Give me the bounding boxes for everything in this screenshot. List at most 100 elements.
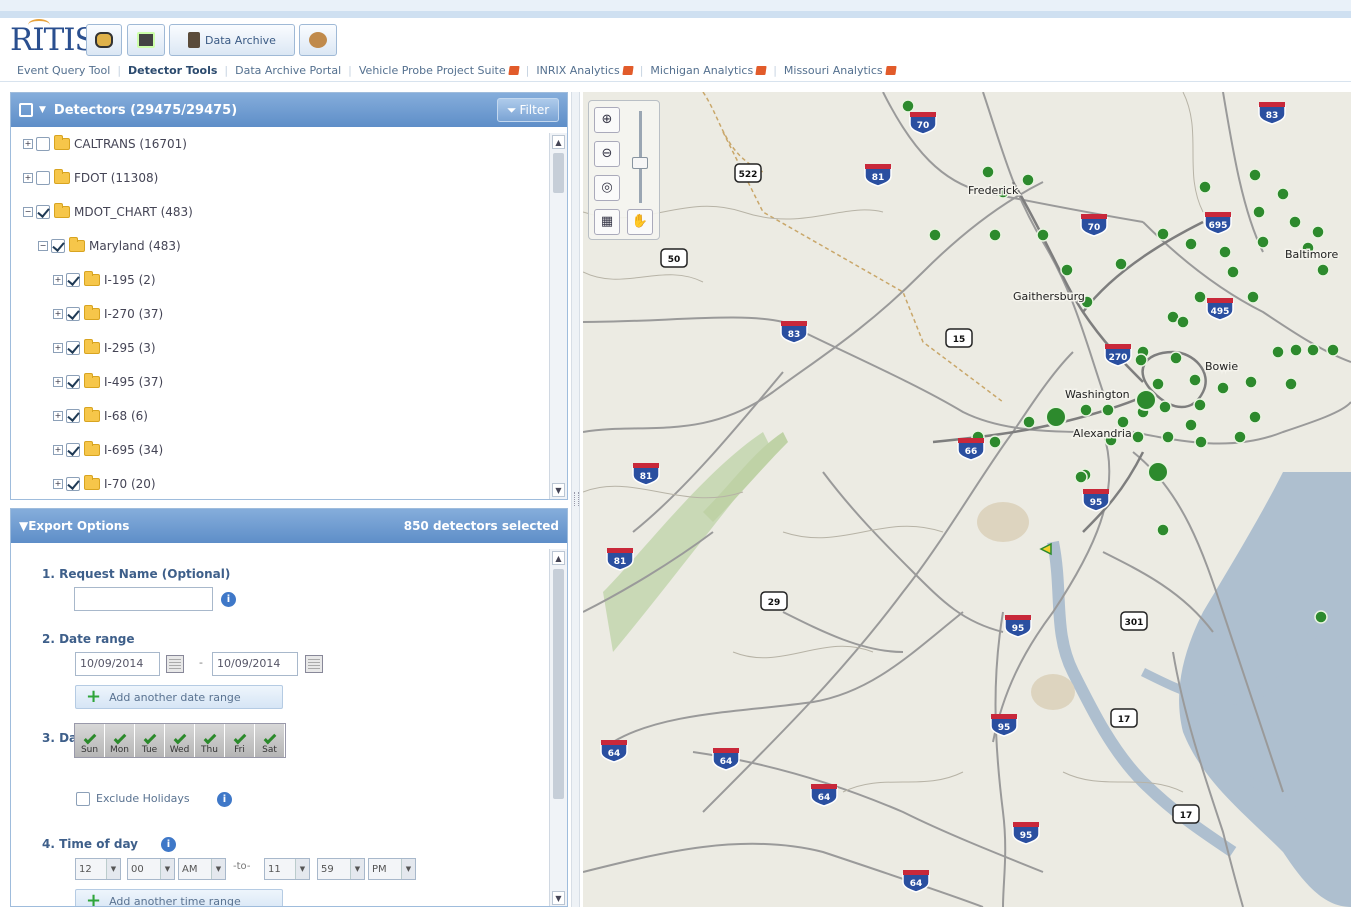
scroll-up-icon[interactable]: ▲ [552,135,565,149]
expand-node-icon[interactable]: + [53,377,63,387]
day-toggle-sat[interactable]: Sat [255,724,285,757]
detector-cluster-marker[interactable] [1135,389,1157,411]
expand-node-icon[interactable]: + [53,309,63,319]
detector-marker[interactable] [1198,180,1212,194]
tree-checkbox[interactable] [66,477,80,491]
nav-event-query-tool[interactable]: Event Query Tool [17,64,110,77]
detector-marker[interactable] [1114,257,1128,271]
detector-marker[interactable] [901,99,915,113]
expand-node-icon[interactable]: + [53,343,63,353]
scroll-up-icon[interactable]: ▲ [552,551,565,565]
end-minute-select[interactable]: 59 ▼ [317,858,365,880]
detector-marker[interactable] [988,228,1002,242]
detector-cluster-marker[interactable] [1147,461,1169,483]
detector-marker[interactable] [1246,290,1260,304]
tree-checkbox[interactable] [36,171,50,185]
detector-marker[interactable] [1101,403,1115,417]
detector-marker[interactable] [1021,173,1035,187]
tree-node[interactable]: + I-195 (2) [11,263,547,297]
zoom-slider-knob[interactable] [632,157,648,169]
nav-vehicle-probe-project-suite[interactable]: Vehicle Probe Project Suite [359,64,520,77]
expand-node-icon[interactable]: + [53,445,63,455]
tree-checkbox[interactable] [51,239,65,253]
tree-node[interactable]: + I-270 (37) [11,297,547,331]
add-time-range-button[interactable]: + Add another time range [75,889,283,906]
tree-node[interactable]: − MDOT_CHART (483) [11,195,547,229]
detector-marker[interactable] [1193,290,1207,304]
detector-marker[interactable] [1079,403,1093,417]
detector-marker[interactable] [1248,410,1262,424]
tree-checkbox[interactable] [66,307,80,321]
detector-marker[interactable] [1271,345,1285,359]
export-scrollbar[interactable]: ▲ ▼ [549,549,567,906]
exclude-holidays-checkbox[interactable] [76,792,90,806]
end-hour-select[interactable]: 11 ▼ [264,858,310,880]
detector-marker[interactable] [1276,187,1290,201]
tree-node[interactable]: + CALTRANS (16701) [11,127,547,161]
detector-marker[interactable] [1216,381,1230,395]
detector-marker[interactable] [1188,373,1202,387]
date-start-input[interactable]: 10/09/2014 [75,652,160,676]
nav-detector-tools[interactable]: Detector Tools [128,64,217,77]
tree-node[interactable]: + I-68 (6) [11,399,547,433]
zoom-out-icon[interactable]: ⊖ [594,141,620,167]
detector-marker[interactable] [1156,227,1170,241]
zoom-in-icon[interactable]: ⊕ [594,107,620,133]
scroll-down-icon[interactable]: ▼ [552,483,565,497]
info-icon[interactable]: i [221,592,236,607]
day-toggle-thu[interactable]: Thu [195,724,225,757]
calendar-icon[interactable] [305,655,323,673]
detector-marker[interactable] [1169,351,1183,365]
detector-marker[interactable] [1256,235,1270,249]
tree-node[interactable]: + I-70 (20) [11,467,547,497]
detector-marker[interactable] [1134,353,1148,367]
expand-node-icon[interactable]: + [23,173,33,183]
tree-checkbox[interactable] [36,137,50,151]
start-minute-select[interactable]: 00 ▼ [127,858,175,880]
expand-node-icon[interactable]: + [53,479,63,489]
collapse-arrow-icon[interactable]: ▼ [39,105,46,115]
detector-marker[interactable] [1244,375,1258,389]
map-canvas[interactable]: 70 81 270 66 95 495 83 81 70 83 64 64 64 95 695 95 95 64 8… [583,92,1351,907]
select-box-icon[interactable]: ▦ [594,209,620,235]
detector-marker[interactable] [928,228,942,242]
detector-marker[interactable] [1314,610,1328,624]
scroll-thumb[interactable] [553,153,564,193]
detector-marker[interactable] [1288,215,1302,229]
day-toggle-mon[interactable]: Mon [105,724,135,757]
request-name-input[interactable] [74,587,213,611]
tree-checkbox[interactable] [66,341,80,355]
detector-marker[interactable] [1311,225,1325,239]
detector-marker[interactable] [1316,263,1330,277]
tree-checkbox[interactable] [36,205,50,219]
day-toggle-fri[interactable]: Fri [225,724,255,757]
detector-marker[interactable] [1184,418,1198,432]
detector-marker[interactable] [1194,435,1208,449]
scroll-thumb[interactable] [553,569,564,799]
detector-marker[interactable] [1036,228,1050,242]
scroll-down-icon[interactable]: ▼ [552,891,565,905]
info-icon[interactable]: i [161,837,176,852]
detector-marker[interactable] [1151,377,1165,391]
detector-marker[interactable] [1306,343,1320,357]
expand-node-icon[interactable]: + [23,139,33,149]
detector-marker[interactable] [1184,237,1198,251]
detector-cluster-marker[interactable] [1045,406,1067,428]
detector-marker[interactable] [1131,430,1145,444]
nav-michigan-analytics[interactable]: Michigan Analytics [650,64,767,77]
filter-button[interactable]: ⏷ Filter [497,98,559,122]
expand-node-icon[interactable]: + [53,411,63,421]
detector-marker[interactable] [1284,377,1298,391]
detectors-panel-header[interactable]: ▼ Detectors (29475/29475) ⏷ Filter [11,93,567,127]
export-options-header[interactable]: ▼ Export Options 850 detectors selected [11,509,567,543]
detector-marker[interactable] [1248,168,1262,182]
tree-checkbox[interactable] [66,375,80,389]
tab-car-icon[interactable] [86,24,122,56]
day-toggle-sun[interactable]: Sun [75,724,105,757]
detector-marker[interactable] [1233,430,1247,444]
tab-data-archive[interactable]: Data Archive [169,24,295,56]
detector-marker[interactable] [1161,430,1175,444]
detector-marker[interactable] [1226,265,1240,279]
end-ampm-select[interactable]: PM ▼ [368,858,416,880]
day-toggle-tue[interactable]: Tue [135,724,165,757]
